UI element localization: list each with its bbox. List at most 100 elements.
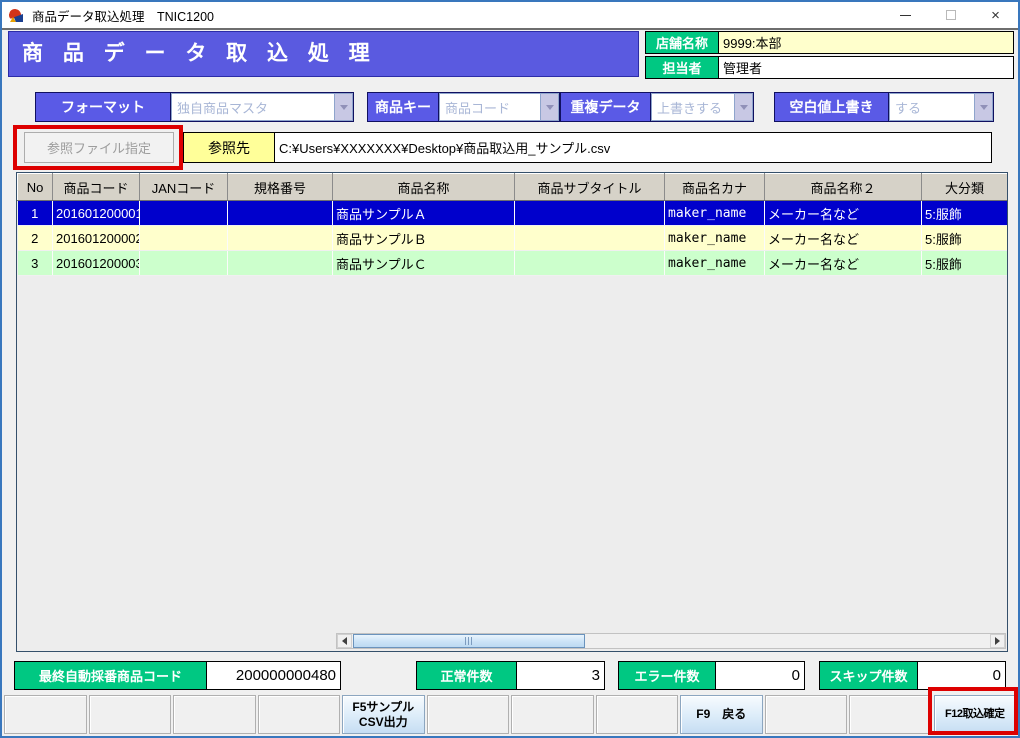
fkey-f3 bbox=[173, 695, 256, 734]
fkey-f6 bbox=[427, 695, 510, 734]
minimize-button[interactable] bbox=[883, 2, 928, 28]
cell-jan-code[interactable] bbox=[140, 251, 228, 276]
scroll-left-icon[interactable] bbox=[337, 634, 352, 648]
cell-product-code[interactable]: 201601200003 bbox=[53, 251, 140, 276]
last-auto-code-label: 最終自動採番商品コード bbox=[15, 662, 207, 689]
app-icon bbox=[8, 7, 24, 23]
cell-product-name[interactable]: 商品サンプルＢ bbox=[333, 226, 515, 251]
chevron-down-icon[interactable] bbox=[734, 93, 753, 121]
format-select[interactable]: 独自商品マスタ bbox=[170, 93, 353, 121]
column-header-no: No bbox=[18, 174, 53, 201]
chevron-down-icon[interactable] bbox=[334, 93, 353, 121]
fkey-f2 bbox=[89, 695, 172, 734]
minimize-icon bbox=[900, 15, 911, 16]
product-key-group: 商品キー 商品コード bbox=[367, 92, 560, 122]
chevron-down-icon[interactable] bbox=[974, 93, 993, 121]
column-header-subtitle: 商品サブタイトル bbox=[515, 174, 665, 201]
duplicate-select[interactable]: 上書きする bbox=[650, 93, 753, 121]
cell-no[interactable]: 1 bbox=[18, 201, 53, 226]
cell-product-code[interactable]: 201601200002 bbox=[53, 226, 140, 251]
cell-category[interactable]: 5:服飾 bbox=[922, 201, 1008, 226]
maximize-button[interactable] bbox=[928, 2, 973, 28]
cell-kana[interactable]: maker_name bbox=[665, 201, 765, 226]
function-key-bar: F5サンプル CSV出力 F9 戻る F12取込確定 bbox=[2, 695, 1018, 734]
manager-group: 担当者 管理者 bbox=[645, 56, 1014, 79]
cell-no[interactable]: 3 bbox=[18, 251, 53, 276]
cell-subtitle[interactable] bbox=[515, 226, 665, 251]
scrollbar-track[interactable] bbox=[352, 634, 990, 648]
product-grid: No 商品コード JANコード 規格番号 商品名称 商品サブタイトル 商品名カナ… bbox=[16, 172, 1008, 652]
chevron-down-icon[interactable] bbox=[540, 93, 559, 121]
fkey-f9-back-button[interactable]: F9 戻る bbox=[680, 695, 763, 734]
cell-spec-number[interactable] bbox=[228, 201, 333, 226]
product-key-select[interactable]: 商品コード bbox=[438, 93, 559, 121]
cell-subtitle[interactable] bbox=[515, 201, 665, 226]
cell-spec-number[interactable] bbox=[228, 251, 333, 276]
column-header-product-code: 商品コード bbox=[53, 174, 140, 201]
fkey-f5-sample-csv-button[interactable]: F5サンプル CSV出力 bbox=[342, 695, 425, 734]
blank-overwrite-label: 空白値上書き bbox=[775, 93, 888, 121]
maximize-icon bbox=[946, 10, 956, 20]
manager-value: 管理者 bbox=[719, 57, 1013, 78]
skip-count-value: 0 bbox=[918, 662, 1005, 689]
cell-product-name[interactable]: 商品サンプルＡ bbox=[333, 201, 515, 226]
duplicate-select-value: 上書きする bbox=[651, 93, 734, 121]
cell-kana[interactable]: maker_name bbox=[665, 251, 765, 276]
error-count-value: 0 bbox=[716, 662, 804, 689]
window-title: 商品データ取込処理 TNIC1200 bbox=[32, 6, 214, 25]
format-select-value: 独自商品マスタ bbox=[171, 93, 334, 121]
duplicate-label: 重複データ bbox=[561, 93, 650, 121]
normal-count-group: 正常件数 3 bbox=[416, 661, 605, 690]
scrollbar-thumb[interactable] bbox=[353, 634, 585, 648]
fkey-f10 bbox=[765, 695, 848, 734]
cell-product-code[interactable]: 201601200001 bbox=[53, 201, 140, 226]
file-path-field[interactable]: C:¥Users¥XXXXXXX¥Desktop¥商品取込用_サンプル.csv bbox=[274, 132, 992, 163]
blank-overwrite-select[interactable]: する bbox=[888, 93, 993, 121]
error-count-group: エラー件数 0 bbox=[618, 661, 805, 690]
cell-kana[interactable]: maker_name bbox=[665, 226, 765, 251]
scrollbar-grip-icon bbox=[465, 637, 473, 645]
table-row[interactable]: 1 201601200001 商品サンプルＡ maker_name メーカー名な… bbox=[18, 201, 1008, 226]
cell-product-name2[interactable]: メーカー名など bbox=[765, 226, 922, 251]
cell-jan-code[interactable] bbox=[140, 201, 228, 226]
titlebar: 商品データ取込処理 TNIC1200 × bbox=[2, 2, 1018, 28]
app-window: 商品データ取込処理 TNIC1200 × 商 品 デ ー タ 取 込 処 理 店… bbox=[0, 0, 1020, 738]
skip-count-group: スキップ件数 0 bbox=[819, 661, 1006, 690]
manager-label: 担当者 bbox=[646, 57, 719, 78]
column-header-category: 大分類 bbox=[922, 174, 1008, 201]
cell-category[interactable]: 5:服飾 bbox=[922, 226, 1008, 251]
cell-jan-code[interactable] bbox=[140, 226, 228, 251]
scroll-right-icon[interactable] bbox=[990, 634, 1005, 648]
close-icon: × bbox=[991, 8, 1000, 23]
cell-product-name2[interactable]: メーカー名など bbox=[765, 201, 922, 226]
cell-subtitle[interactable] bbox=[515, 251, 665, 276]
cell-product-name[interactable]: 商品サンプルＣ bbox=[333, 251, 515, 276]
store-name-value: 9999:本部 bbox=[719, 32, 1013, 53]
column-header-kana: 商品名カナ bbox=[665, 174, 765, 201]
fkey-f4 bbox=[258, 695, 341, 734]
cell-product-name2[interactable]: メーカー名など bbox=[765, 251, 922, 276]
column-header-spec-number: 規格番号 bbox=[228, 174, 333, 201]
table-row[interactable]: 2 201601200002 商品サンプルＢ maker_name メーカー名な… bbox=[18, 226, 1008, 251]
format-label: フォーマット bbox=[36, 93, 170, 121]
browse-file-button[interactable]: 参照ファイル指定 bbox=[24, 132, 174, 163]
column-header-product-name2: 商品名称２ bbox=[765, 174, 922, 201]
fkey-f8 bbox=[596, 695, 679, 734]
column-header-product-name: 商品名称 bbox=[333, 174, 515, 201]
table-row[interactable]: 3 201601200003 商品サンプルＣ maker_name メーカー名な… bbox=[18, 251, 1008, 276]
cell-category[interactable]: 5:服飾 bbox=[922, 251, 1008, 276]
normal-count-value: 3 bbox=[517, 662, 604, 689]
column-header-jan-code: JANコード bbox=[140, 174, 228, 201]
fkey-f1 bbox=[4, 695, 87, 734]
cell-spec-number[interactable] bbox=[228, 226, 333, 251]
fkey-f12-import-confirm-button[interactable]: F12取込確定 bbox=[934, 695, 1017, 734]
fkey-f11 bbox=[849, 695, 932, 734]
close-button[interactable]: × bbox=[973, 2, 1018, 28]
store-name-group: 店舗名称 9999:本部 bbox=[645, 31, 1014, 54]
grid-header-row: No 商品コード JANコード 規格番号 商品名称 商品サブタイトル 商品名カナ… bbox=[18, 174, 1008, 201]
error-count-label: エラー件数 bbox=[619, 662, 716, 689]
product-key-select-value: 商品コード bbox=[439, 93, 540, 121]
blank-overwrite-select-value: する bbox=[889, 93, 974, 121]
cell-no[interactable]: 2 bbox=[18, 226, 53, 251]
horizontal-scrollbar[interactable] bbox=[336, 633, 1006, 649]
